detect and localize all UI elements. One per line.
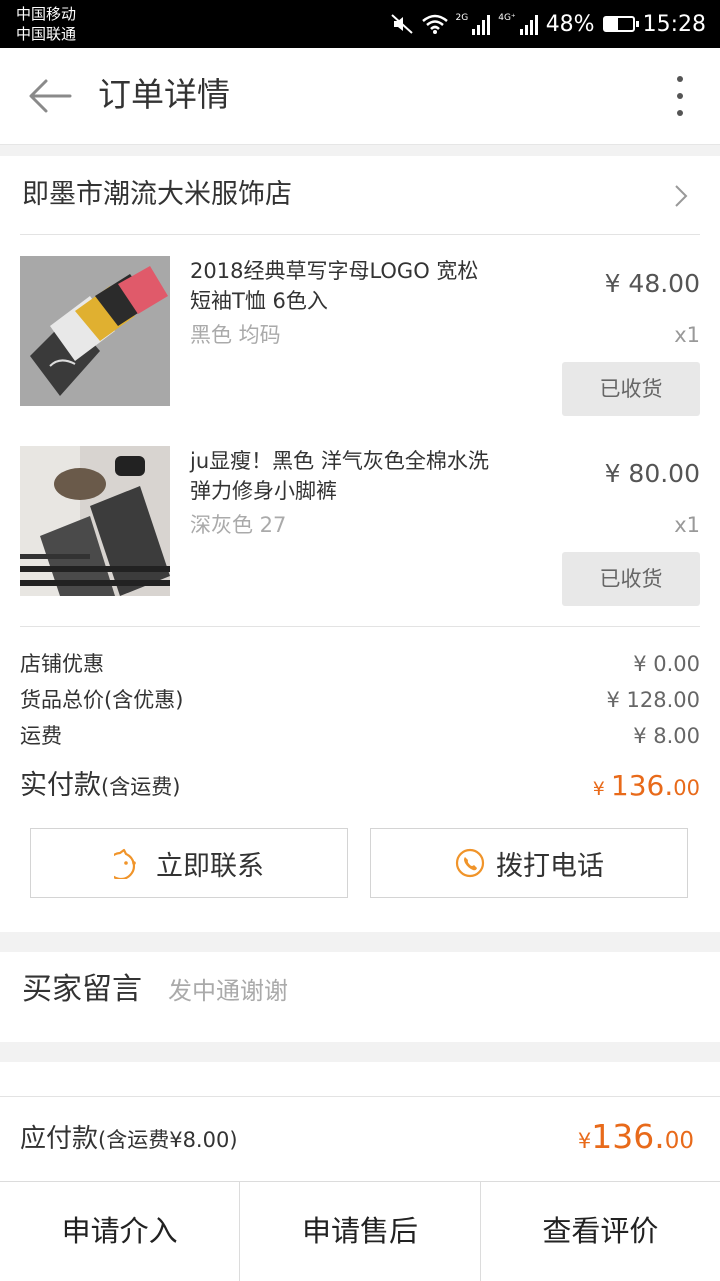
apply-intervention-button[interactable]: 申请介入 (0, 1182, 241, 1281)
buyer-message-card: 买家留言 发中通谢谢 (0, 952, 720, 1042)
shop-discount-label: 店铺优惠 (20, 652, 104, 676)
product-title: ju显瘦！黑色 洋气灰色全棉水洗弹力修身小脚裤 (190, 449, 489, 503)
signal-2g-label: 2G (455, 13, 469, 23)
order-card: 即墨市潮流大米服饰店 2018经典草写字母LOGO 宽松短袖T恤 6色入 黑色 … (0, 156, 720, 932)
received-status-button[interactable]: 已收货 (562, 552, 700, 606)
currency-symbol: ¥ (577, 1129, 592, 1153)
product-quantity: x1 (674, 323, 700, 347)
shipping-label: 运费 (20, 724, 62, 748)
signal-4g-label: 4G⁺ (498, 13, 516, 23)
product-spec: 深灰色 27 (190, 513, 287, 537)
goods-total-row: 货品总价(含优惠) ¥ 128.00 (20, 682, 700, 718)
payable-amount: ¥136.00 (578, 1115, 694, 1163)
product-spec: 黑色 均码 (190, 323, 281, 347)
status-bar: 中国移动 中国联通 2G 4G⁺ 48% 15:28 (0, 0, 720, 48)
battery-icon (602, 16, 639, 32)
payable-bar: 应付款(含运费¥8.00) ¥136.00 (0, 1096, 720, 1181)
shipping-value: ¥ 8.00 (633, 724, 700, 748)
product-quantity: x1 (674, 513, 700, 537)
product-title: 2018经典草写字母LOGO 宽松短袖T恤 6色入 (190, 259, 479, 313)
carrier-info: 中国移动 中国联通 (16, 4, 76, 44)
contact-buttons: 立即联系 拨打电话 (0, 828, 720, 898)
carrier-1: 中国移动 (16, 5, 77, 23)
shop-name: 即墨市潮流大米服饰店 (22, 179, 292, 210)
nav-bar: 订单详情 (0, 48, 720, 145)
status-icons: 2G 4G⁺ 48% 15:28 (390, 0, 706, 48)
payable-text: 应付款 (20, 1124, 99, 1154)
view-review-button[interactable]: 查看评价 (481, 1182, 720, 1281)
page-title: 订单详情 (98, 75, 230, 114)
battery-percent: 48% (545, 11, 595, 37)
call-seller-label: 拨打电话 (496, 850, 604, 882)
actual-paid-row: 实付款(含运费) ¥ 136.00 (20, 764, 700, 808)
carrier-2: 中国联通 (16, 25, 77, 43)
goods-total-value: ¥ 128.00 (606, 688, 700, 712)
chat-seller-button[interactable]: 立即联系 (30, 828, 348, 898)
shop-discount-row: 店铺优惠 ¥ 0.00 (20, 646, 700, 682)
product-image (20, 446, 170, 596)
apply-after-sale-button[interactable]: 申请售后 (240, 1182, 481, 1281)
buyer-message-text: 发中通谢谢 (168, 977, 288, 1005)
signal-4g-icon: 4G⁺ (498, 13, 538, 35)
product-price: ¥ 48.00 (604, 269, 700, 298)
amount-integer: 136. (591, 1117, 665, 1156)
amount-integer: 136. (610, 769, 674, 802)
buyer-message-label: 买家留言 (22, 972, 142, 1007)
chevron-right-icon (675, 185, 688, 207)
goods-total-label: 货品总价(含优惠) (20, 688, 184, 712)
more-options-icon[interactable] (668, 76, 692, 116)
back-arrow-icon[interactable] (28, 78, 72, 114)
bottom-action-bar: 申请介入 申请售后 查看评价 (0, 1181, 720, 1281)
currency-symbol: ¥ (592, 778, 611, 800)
amount-cents: 00 (664, 1128, 694, 1154)
actual-paid-suffix: (含运费) (101, 775, 181, 799)
payable-suffix: (含运费¥8.00) (98, 1128, 238, 1152)
signal-2g-icon: 2G (456, 13, 491, 35)
wifi-icon (421, 14, 448, 34)
order-item[interactable]: 2018经典草写字母LOGO 宽松短袖T恤 6色入 黑色 均码 ¥ 48.00 … (0, 256, 720, 446)
mute-icon (390, 14, 413, 34)
received-status-button[interactable]: 已收货 (562, 362, 700, 416)
actual-paid-label: 实付款(含运费) (20, 770, 180, 801)
actual-paid-text: 实付款 (20, 770, 101, 801)
clock: 15:28 (642, 11, 706, 37)
chat-icon (114, 848, 136, 879)
shipping-row: 运费 ¥ 8.00 (20, 718, 700, 754)
payable-label: 应付款(含运费¥8.00) (20, 1117, 238, 1162)
amount-cents: 00 (673, 776, 700, 800)
divider (20, 626, 700, 627)
product-price: ¥ 80.00 (604, 459, 700, 488)
call-seller-button[interactable]: 拨打电话 (370, 828, 688, 898)
phone-icon (455, 848, 485, 878)
product-image (20, 256, 170, 406)
order-item[interactable]: ju显瘦！黑色 洋气灰色全棉水洗弹力修身小脚裤 深灰色 27 ¥ 80.00 x… (0, 446, 720, 636)
shop-discount-value: ¥ 0.00 (633, 652, 700, 676)
chat-seller-label: 立即联系 (156, 850, 264, 882)
actual-paid-amount: ¥ 136.00 (593, 764, 700, 811)
shop-row[interactable]: 即墨市潮流大米服饰店 (20, 156, 700, 235)
